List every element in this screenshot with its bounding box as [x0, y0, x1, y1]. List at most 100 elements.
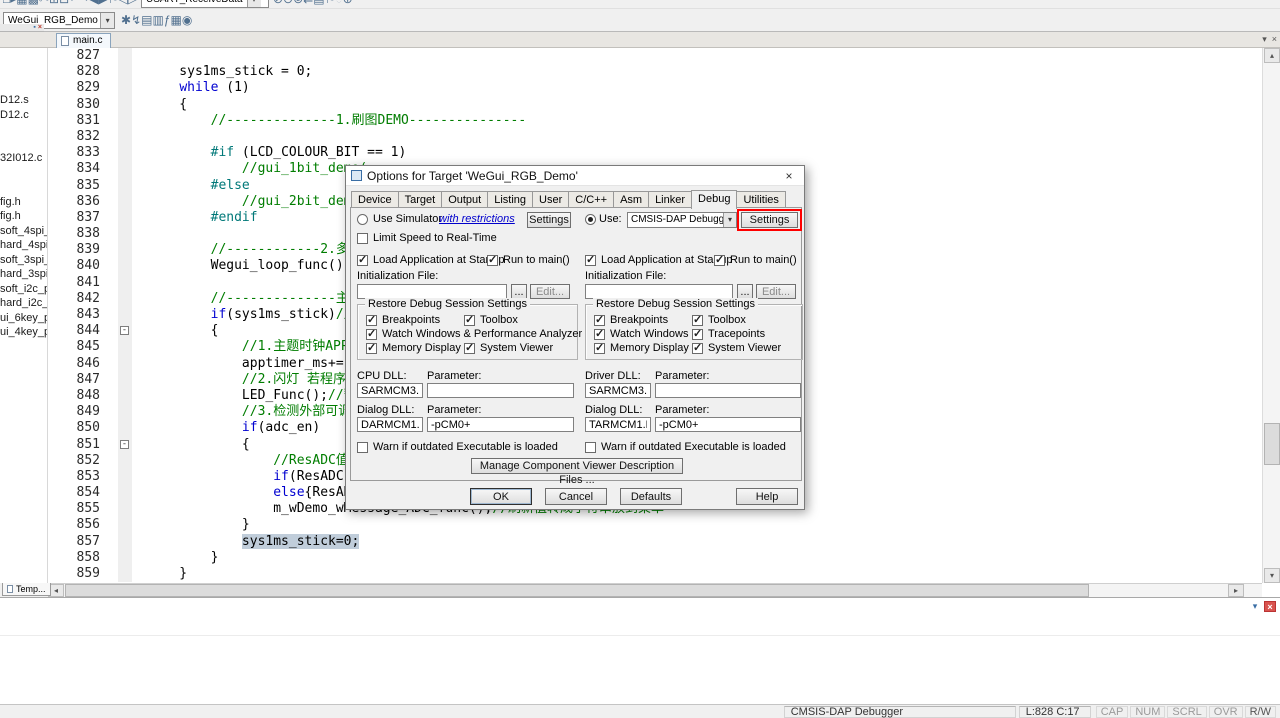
init-file-input[interactable]	[357, 284, 507, 299]
templates-window-icon[interactable]: ▦	[171, 13, 182, 27]
cancel-button[interactable]: Cancel	[545, 488, 607, 505]
dialog-dll-parameter-input[interactable]	[427, 417, 574, 432]
project-tree-item[interactable]: fig.h	[0, 195, 47, 210]
dialog-tab-utilities[interactable]: Utilities	[736, 191, 786, 208]
chevron-down-icon[interactable]: ▾	[723, 213, 736, 227]
books-window-icon[interactable]: ▥	[152, 13, 163, 27]
scrollbar-thumb[interactable]	[1264, 422, 1280, 465]
dialog-dll-parameter-input[interactable]	[655, 417, 801, 432]
chevron-down-icon[interactable]: ▾	[100, 12, 114, 28]
limit-speed-checkbox[interactable]: Limit Speed to Real-Time	[357, 232, 497, 244]
scroll-up-icon[interactable]: ▴	[1264, 48, 1280, 63]
code-line[interactable]: 857 sys1ms_stick=0;	[48, 533, 1262, 550]
tab-main-c[interactable]: main.c	[56, 33, 112, 48]
tab-templates[interactable]: Temp...	[2, 583, 51, 596]
memory-display-checkbox[interactable]: Memory Display	[594, 341, 689, 354]
cut-icon[interactable]: ✂	[39, 0, 49, 6]
editor-horizontal-scrollbar[interactable]: ◂ ▸	[48, 583, 1262, 597]
fold-collapse-icon[interactable]: -	[120, 439, 129, 449]
scroll-right-icon[interactable]: ▸	[1228, 584, 1244, 597]
close-icon[interactable]: ×	[38, 24, 42, 31]
simulator-settings-button[interactable]: Settings	[527, 212, 571, 228]
dialog-tab-debug[interactable]: Debug	[691, 190, 738, 209]
use-simulator-radio[interactable]	[357, 214, 368, 225]
scrollbar-thumb[interactable]	[65, 584, 1089, 597]
dialog-dll-input[interactable]	[585, 417, 651, 432]
pin-icon[interactable]: ▾	[1249, 601, 1261, 612]
functions-window-icon[interactable]: ƒ	[164, 13, 171, 27]
project-tree-item[interactable]: hard_3spi_p	[0, 267, 47, 282]
warn-outdated-checkbox[interactable]: Warn if outdated Executable is loaded	[357, 441, 558, 453]
code-line[interactable]: 832	[48, 128, 1262, 146]
find-icon[interactable]: ⊚	[293, 0, 303, 6]
project-tree-item[interactable]: soft_4spi_p	[0, 224, 47, 239]
project-tree-item[interactable]: D12.c	[0, 108, 47, 123]
code-line[interactable]: 833 #if (LCD_COLOUR_BIT == 1)	[48, 145, 1262, 162]
ok-button[interactable]: OK	[470, 488, 532, 505]
project-tree-item[interactable]: ui_6key_pc	[0, 311, 47, 326]
project-tree-item[interactable]: D12.s	[0, 93, 47, 108]
dialog-tab-output[interactable]: Output	[441, 191, 489, 208]
project-tree-item[interactable]: soft_i2c_pc	[0, 282, 47, 297]
copy-icon[interactable]: ⊞	[49, 0, 59, 6]
defaults-button[interactable]: Defaults	[620, 488, 682, 505]
cpu-dll-input[interactable]	[357, 383, 423, 398]
run-to-main-checkbox[interactable]: Run to main()	[714, 253, 797, 266]
driver-dll-parameter-input[interactable]	[655, 383, 801, 398]
init-file-browse-button[interactable]: ...	[511, 284, 527, 299]
breakpoints-checkbox[interactable]: Breakpoints	[594, 313, 668, 326]
redo-icon[interactable]: ↷	[79, 0, 89, 6]
close-icon[interactable]: ×	[1264, 601, 1276, 612]
driver-dll-input[interactable]	[585, 383, 651, 398]
init-file-edit-button[interactable]: Edit...	[530, 284, 570, 299]
watch-window-icon[interactable]: ◔	[335, 0, 342, 6]
toolbox-checkbox[interactable]: Toolbox	[464, 313, 518, 326]
with-restrictions-link[interactable]: with restrictions	[439, 213, 515, 225]
code-line[interactable]: 831 //--------------1.刷图DEMO------------…	[48, 112, 1262, 129]
close-document-icon[interactable]: ×	[1272, 34, 1277, 44]
find-text-combo[interactable]: USART_ReceiveData ▾	[140, 0, 269, 8]
chevron-down-icon[interactable]: ▾	[246, 0, 261, 7]
source-browser-icon[interactable]: ◉	[182, 13, 192, 27]
debugger-select-combo[interactable]: CMSIS-DAP Debugger ▾	[627, 212, 737, 228]
find-in-files-icon[interactable]: ⊙	[283, 0, 293, 6]
close-icon[interactable]: ×	[774, 169, 804, 183]
toolbox-checkbox[interactable]: Toolbox	[692, 313, 746, 326]
use-debugger-radio[interactable]	[585, 214, 596, 225]
project-tree-item[interactable]: hard_4spi_p	[0, 238, 47, 253]
bookmark-clear-icon[interactable]: ⊘	[273, 0, 283, 6]
dialog-tab-asm[interactable]: Asm	[613, 191, 650, 208]
project-window-icon[interactable]: ▤	[141, 13, 152, 27]
load-application-checkbox[interactable]: Load Application at Startup	[357, 253, 504, 266]
paste-icon[interactable]: ⊟	[59, 0, 69, 6]
bookmark-prev-icon[interactable]: ◁	[119, 0, 128, 6]
bookmark-toggle-icon[interactable]: ⚑	[108, 0, 119, 6]
init-file-edit-button[interactable]: Edit...	[756, 284, 796, 299]
cpu-dll-parameter-input[interactable]	[427, 383, 574, 398]
document-list-icon[interactable]: ▾	[1262, 34, 1267, 44]
dialog-tab-linker[interactable]: Linker	[648, 191, 693, 208]
run-to-main-checkbox[interactable]: Run to main()	[487, 253, 570, 266]
load-application-checkbox[interactable]: Load Application at Startup	[585, 253, 732, 266]
code-line[interactable]: 830 {	[48, 96, 1262, 113]
project-tree-item[interactable]: 32I012.c	[0, 151, 47, 166]
project-tree-item[interactable]: fig.h	[0, 209, 47, 224]
dialog-tab-listing[interactable]: Listing	[487, 191, 534, 208]
undo-icon[interactable]: ↶	[69, 0, 79, 6]
watch-windows-checkbox[interactable]: Watch Windows & Performance Analyzer	[366, 327, 582, 340]
dialog-tab-device[interactable]: Device	[351, 191, 399, 208]
watch-windows-checkbox[interactable]: Watch Windows	[594, 327, 688, 340]
dialog-dll-input[interactable]	[357, 417, 423, 432]
replace-icon[interactable]: ⇄	[303, 0, 313, 6]
project-tree-item[interactable]: soft_3spi_p	[0, 253, 47, 268]
system-viewer-checkbox[interactable]: System Viewer	[692, 341, 781, 354]
manage-component-viewer-button[interactable]: Manage Component Viewer Description File…	[471, 458, 683, 486]
nav-back-icon[interactable]: ◀	[89, 0, 98, 6]
code-line[interactable]: 829 while (1)	[48, 80, 1262, 97]
editor-vertical-scrollbar[interactable]: ▴ ▾	[1262, 48, 1280, 583]
help-button[interactable]: Help	[736, 488, 798, 505]
scroll-down-icon[interactable]: ▾	[1264, 568, 1280, 583]
system-viewer-checkbox[interactable]: System Viewer	[464, 341, 553, 354]
code-line[interactable]: 827	[48, 48, 1262, 65]
flag-icon[interactable]: ⚐	[325, 0, 336, 6]
